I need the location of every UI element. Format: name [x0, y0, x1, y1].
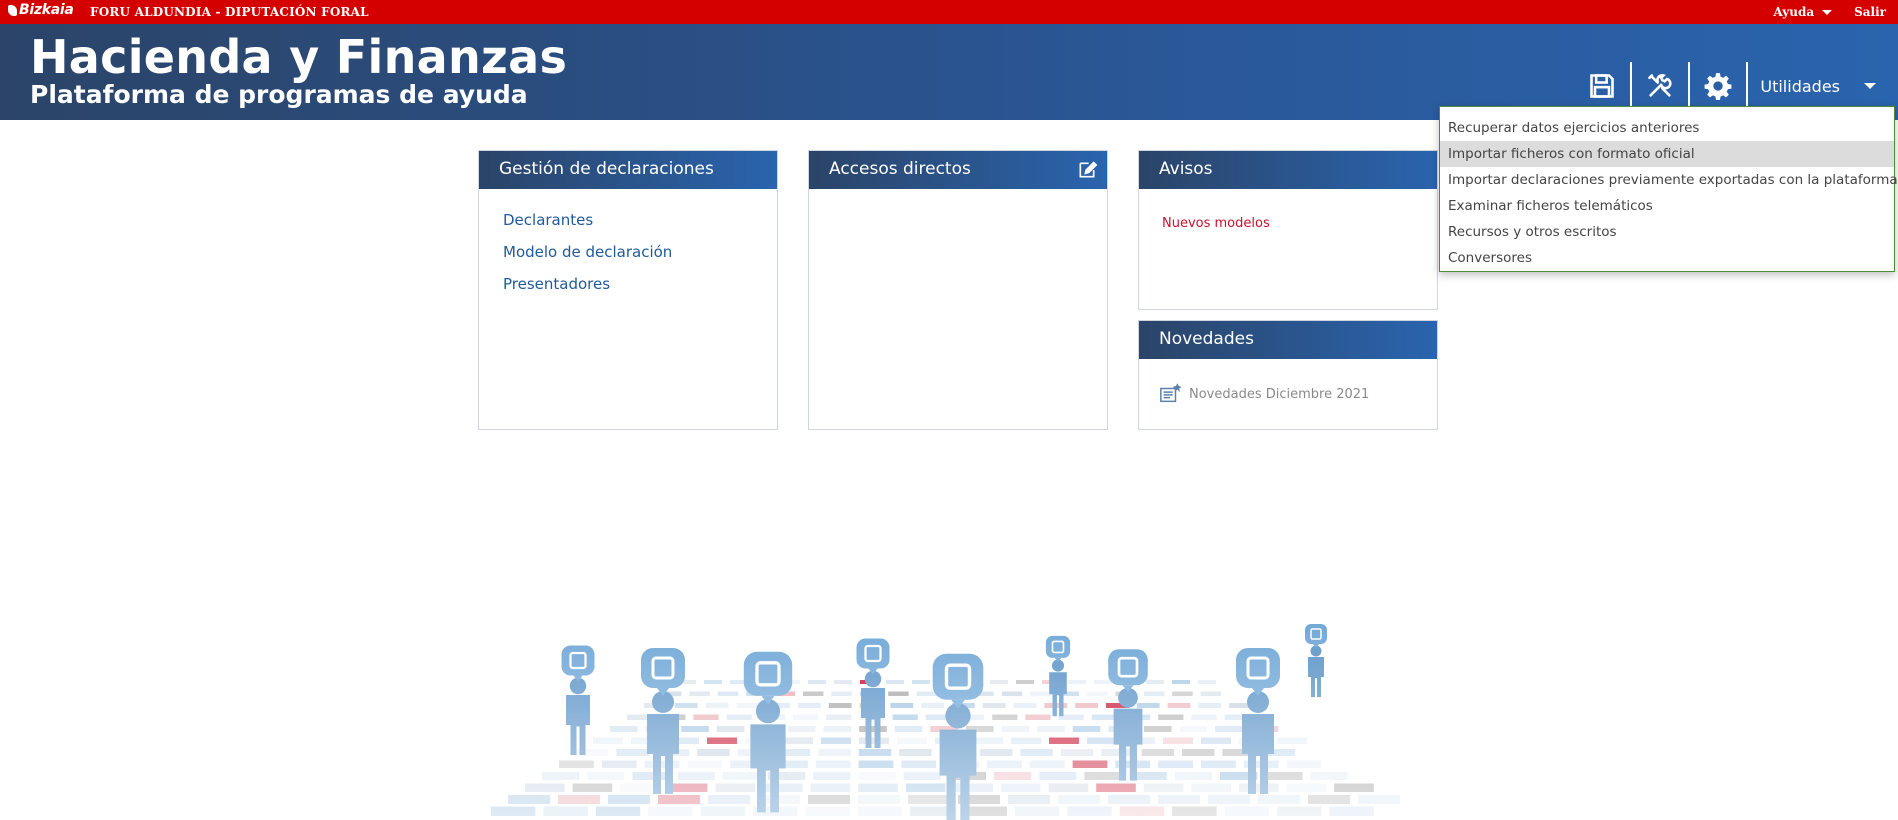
link-presentadores[interactable]: Presentadores	[503, 275, 753, 293]
people-network-illustration	[478, 610, 1438, 820]
edit-icon[interactable]	[1077, 160, 1097, 180]
page-subtitle: Plataforma de programas de ayuda	[30, 80, 528, 109]
menu-item-conversores[interactable]: Conversores	[1440, 245, 1894, 271]
utilities-dropdown: Recuperar datos ejercicios anteriores Im…	[1439, 106, 1898, 272]
menu-item-recuperar-datos[interactable]: Recuperar datos ejercicios anteriores	[1440, 115, 1894, 141]
news-document-icon	[1160, 383, 1181, 403]
gestion-panel-title: Gestión de declaraciones	[479, 151, 777, 189]
chevron-down-icon	[1822, 10, 1833, 15]
link-declarantes[interactable]: Declarantes	[503, 211, 753, 229]
chevron-down-icon	[1864, 83, 1876, 89]
top-bar: Bizkaia FORU ALDUNDIA - DIPUTACIÓN FORAL…	[0, 0, 1898, 24]
organization-name: FORU ALDUNDIA - DIPUTACIÓN FORAL	[90, 5, 369, 19]
gestion-links: Declarantes Modelo de declaración Presen…	[479, 189, 777, 329]
tools-button[interactable]	[1632, 62, 1691, 110]
link-modelo-declaracion[interactable]: Modelo de declaración	[503, 243, 753, 261]
avisos-panel: Avisos Nuevos modelos	[1138, 150, 1438, 310]
help-menu[interactable]: Ayuda	[1773, 5, 1833, 19]
novedades-panel: Novedades Novedades Diciembre 2021	[1138, 320, 1438, 430]
utilities-label: Utilidades	[1760, 76, 1840, 96]
utilities-menu-button[interactable]: Utilidades	[1748, 62, 1898, 110]
help-label: Ayuda	[1773, 5, 1815, 19]
logo-text: Bizkaia	[19, 2, 74, 18]
gear-icon	[1704, 73, 1732, 100]
tools-icon	[1648, 74, 1672, 97]
save-icon	[1590, 74, 1615, 98]
menu-item-importar-ficheros[interactable]: Importar ficheros con formato oficial	[1440, 141, 1894, 167]
menu-item-examinar-ficheros[interactable]: Examinar ficheros telemáticos	[1440, 193, 1894, 219]
link-nuevos-modelos[interactable]: Nuevos modelos	[1139, 189, 1437, 258]
novedades-item-label: Novedades Diciembre 2021	[1189, 386, 1370, 402]
header-toolbar: Utilidades	[1574, 62, 1898, 110]
novedades-item[interactable]: Novedades Diciembre 2021	[1139, 359, 1437, 429]
page-title: Hacienda y Finanzas	[30, 30, 568, 84]
illustration-fade-overlay	[478, 610, 1438, 820]
menu-item-recursos-escritos[interactable]: Recursos y otros escritos	[1440, 219, 1894, 245]
bizkaia-logo-mark-icon	[8, 4, 17, 16]
accesos-panel-title: Accesos directos	[829, 159, 971, 179]
avisos-panel-title: Avisos	[1139, 151, 1437, 189]
menu-item-importar-declaraciones[interactable]: Importar declaraciones previamente expor…	[1440, 167, 1898, 193]
save-button[interactable]	[1574, 62, 1633, 110]
exit-link[interactable]: Salir	[1854, 5, 1886, 19]
gestion-panel: Gestión de declaraciones Declarantes Mod…	[478, 150, 778, 430]
settings-button[interactable]	[1690, 62, 1749, 110]
accesos-panel: Accesos directos	[808, 150, 1108, 430]
accesos-panel-header: Accesos directos	[809, 151, 1107, 189]
novedades-panel-title: Novedades	[1139, 321, 1437, 359]
bizkaia-logo[interactable]: Bizkaia	[8, 2, 74, 18]
